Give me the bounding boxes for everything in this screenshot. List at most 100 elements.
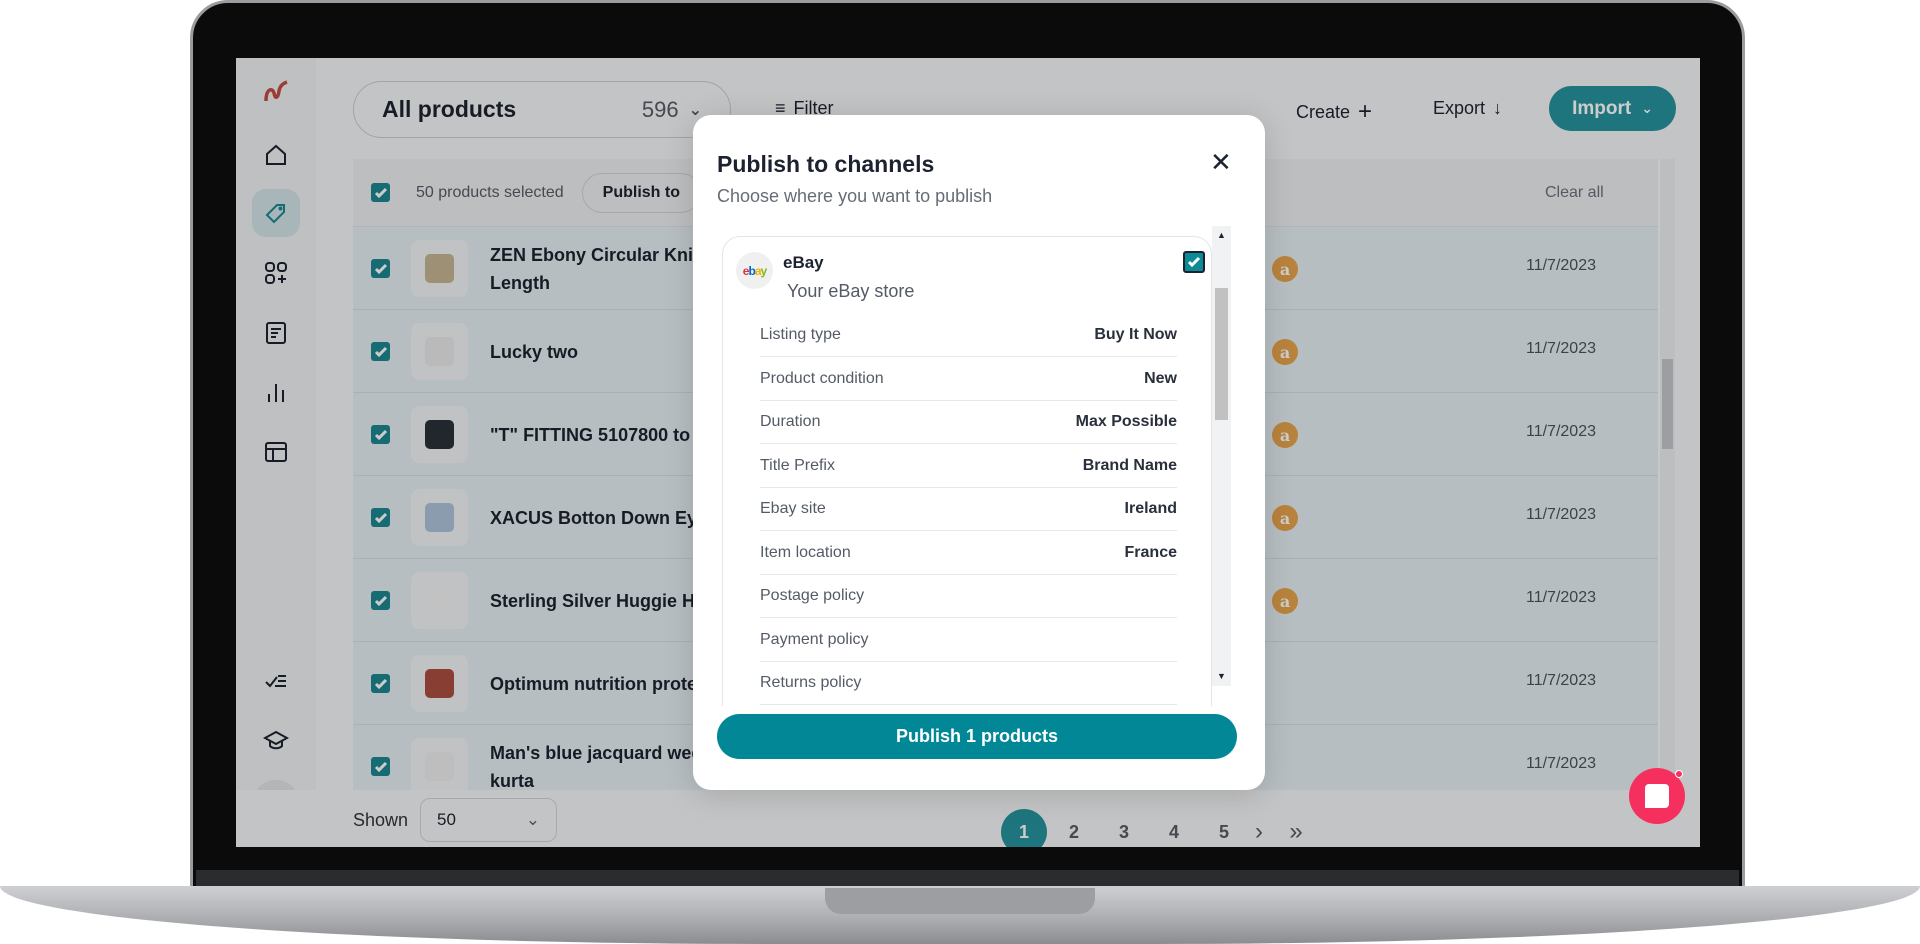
export-label: Export	[1433, 98, 1486, 118]
modal-scrollbar[interactable]: ▲ ▼	[1212, 226, 1231, 686]
field-row[interactable]: Listing type Buy It Now	[760, 314, 1177, 357]
product-view-selector[interactable]: All products 596 ⌄	[353, 81, 731, 138]
field-label: Returns policy	[760, 674, 862, 691]
row-checkbox[interactable]	[371, 591, 390, 610]
amazon-channel-icon: a	[1272, 339, 1298, 365]
row-checkbox[interactable]	[371, 508, 390, 527]
page-2[interactable]: 2	[1051, 809, 1097, 847]
checklist-icon[interactable]	[252, 657, 300, 705]
layout-icon[interactable]	[252, 428, 300, 476]
academy-icon[interactable]	[252, 716, 300, 764]
page-size-select[interactable]: 50 ⌄	[420, 798, 557, 842]
document-icon[interactable]	[252, 309, 300, 357]
product-date: 11/7/2023	[1526, 340, 1596, 357]
create-label: Create	[1296, 101, 1351, 122]
field-label: Product condition	[760, 369, 884, 387]
laptop-notch	[825, 888, 1095, 914]
field-label: Postage policy	[760, 587, 865, 604]
row-checkbox[interactable]	[371, 425, 390, 444]
arrow-down-icon: ↓	[1493, 98, 1503, 118]
field-value: New	[1144, 369, 1177, 387]
field-row[interactable]: Returns policy	[760, 662, 1177, 705]
chevron-down-icon: ⌄	[688, 101, 702, 119]
page-1[interactable]: 1	[1001, 809, 1047, 847]
table-footer: Shown 50 ⌄ 1 2 3 4 5 ›»	[236, 790, 1700, 847]
row-checkbox[interactable]	[371, 259, 390, 278]
channel-store: Your eBay store	[787, 281, 915, 301]
scrollbar-thumb[interactable]	[1662, 359, 1673, 449]
amazon-channel-icon: a	[1272, 505, 1298, 531]
channel-name: eBay	[783, 253, 824, 272]
home-icon[interactable]	[252, 131, 300, 179]
field-row[interactable]: Title Prefix Brand Name	[760, 445, 1177, 488]
scrollbar-thumb[interactable]	[1215, 288, 1228, 420]
amazon-channel-icon: a	[1272, 422, 1298, 448]
field-row[interactable]: Ebay site Ireland	[760, 488, 1177, 531]
scroll-down-icon[interactable]: ▼	[1217, 671, 1226, 681]
field-value: France	[1124, 543, 1177, 561]
product-thumbnail	[411, 572, 468, 629]
page-4[interactable]: 4	[1151, 809, 1197, 847]
export-button[interactable]: Export ↓	[1433, 98, 1502, 119]
row-checkbox[interactable]	[371, 674, 390, 693]
view-count: 596	[641, 96, 679, 122]
amazon-channel-icon: a	[1272, 588, 1298, 614]
product-date: 11/7/2023	[1526, 755, 1596, 772]
publish-products-button[interactable]: Publish 1 products	[717, 714, 1237, 759]
field-row[interactable]: Product condition New	[760, 358, 1177, 401]
chat-icon	[1645, 784, 1669, 808]
clear-all-link[interactable]: Clear all	[1545, 184, 1604, 202]
field-label: Listing type	[760, 326, 841, 343]
ebay-logo: ebay	[736, 252, 773, 289]
last-page-icon[interactable]: »	[1273, 809, 1319, 847]
logo-icon[interactable]	[252, 68, 300, 116]
channel-checkbox[interactable]	[1183, 251, 1205, 273]
apps-add-icon[interactable]	[252, 249, 300, 297]
product-thumbnail	[411, 738, 468, 790]
product-date: 11/7/2023	[1526, 257, 1596, 274]
page-3[interactable]: 3	[1101, 809, 1147, 847]
publish-modal: Publish to channels Choose where you wan…	[693, 115, 1265, 790]
field-row[interactable]: Payment policy	[760, 619, 1177, 662]
view-label: All products	[382, 96, 517, 122]
analytics-icon[interactable]	[252, 369, 300, 417]
field-row[interactable]: Postage policy	[760, 575, 1177, 618]
select-all-checkbox[interactable]	[371, 183, 390, 202]
import-button[interactable]: Import ⌄	[1549, 86, 1676, 131]
scroll-up-icon[interactable]: ▲	[1217, 230, 1226, 240]
products-tag-icon[interactable]	[252, 189, 300, 237]
product-date: 11/7/2023	[1526, 423, 1596, 440]
field-row[interactable]: Item location France	[760, 532, 1177, 575]
row-checkbox[interactable]	[371, 757, 390, 776]
field-label: Duration	[760, 413, 821, 430]
channel-card-ebay: ebay eBay Your eBay store Listing type Bu…	[722, 236, 1212, 706]
field-value: Brand Name	[1082, 456, 1177, 474]
create-button[interactable]: Create +	[1296, 98, 1372, 126]
product-date: 11/7/2023	[1526, 672, 1596, 689]
product-date: 11/7/2023	[1526, 589, 1596, 606]
chat-support-button[interactable]	[1629, 768, 1685, 824]
amazon-channel-icon: a	[1272, 256, 1298, 282]
product-name-text: Lucky two	[490, 341, 579, 362]
page-size-value: 50	[437, 810, 456, 829]
product-name-text: "T" FITTING 5107800 to	[490, 424, 691, 445]
chevron-down-icon: ⌄	[1641, 100, 1653, 116]
field-label: Item location	[760, 543, 851, 561]
product-thumbnail	[411, 655, 468, 712]
chevron-down-icon: ⌄	[525, 810, 540, 829]
app-screen: All products 596 ⌄ ≡ Filter Create + Expor…	[236, 58, 1700, 847]
table-scrollbar[interactable]	[1660, 159, 1675, 790]
row-checkbox[interactable]	[371, 342, 390, 361]
field-row[interactable]: Duration Max Possible	[760, 401, 1177, 444]
field-value: Buy It Now	[1094, 326, 1177, 343]
publish-to-button[interactable]: Publish to	[581, 172, 701, 213]
notification-dot	[1675, 770, 1683, 778]
sidebar	[236, 58, 316, 847]
modal-title: Publish to channels	[717, 151, 935, 177]
shown-label: Shown	[353, 810, 409, 830]
field-value: Max Possible	[1075, 413, 1177, 430]
product-date: 11/7/2023	[1526, 506, 1596, 523]
product-thumbnail	[411, 323, 468, 380]
close-icon[interactable]: ✕	[1210, 147, 1232, 178]
product-thumbnail	[411, 240, 468, 297]
